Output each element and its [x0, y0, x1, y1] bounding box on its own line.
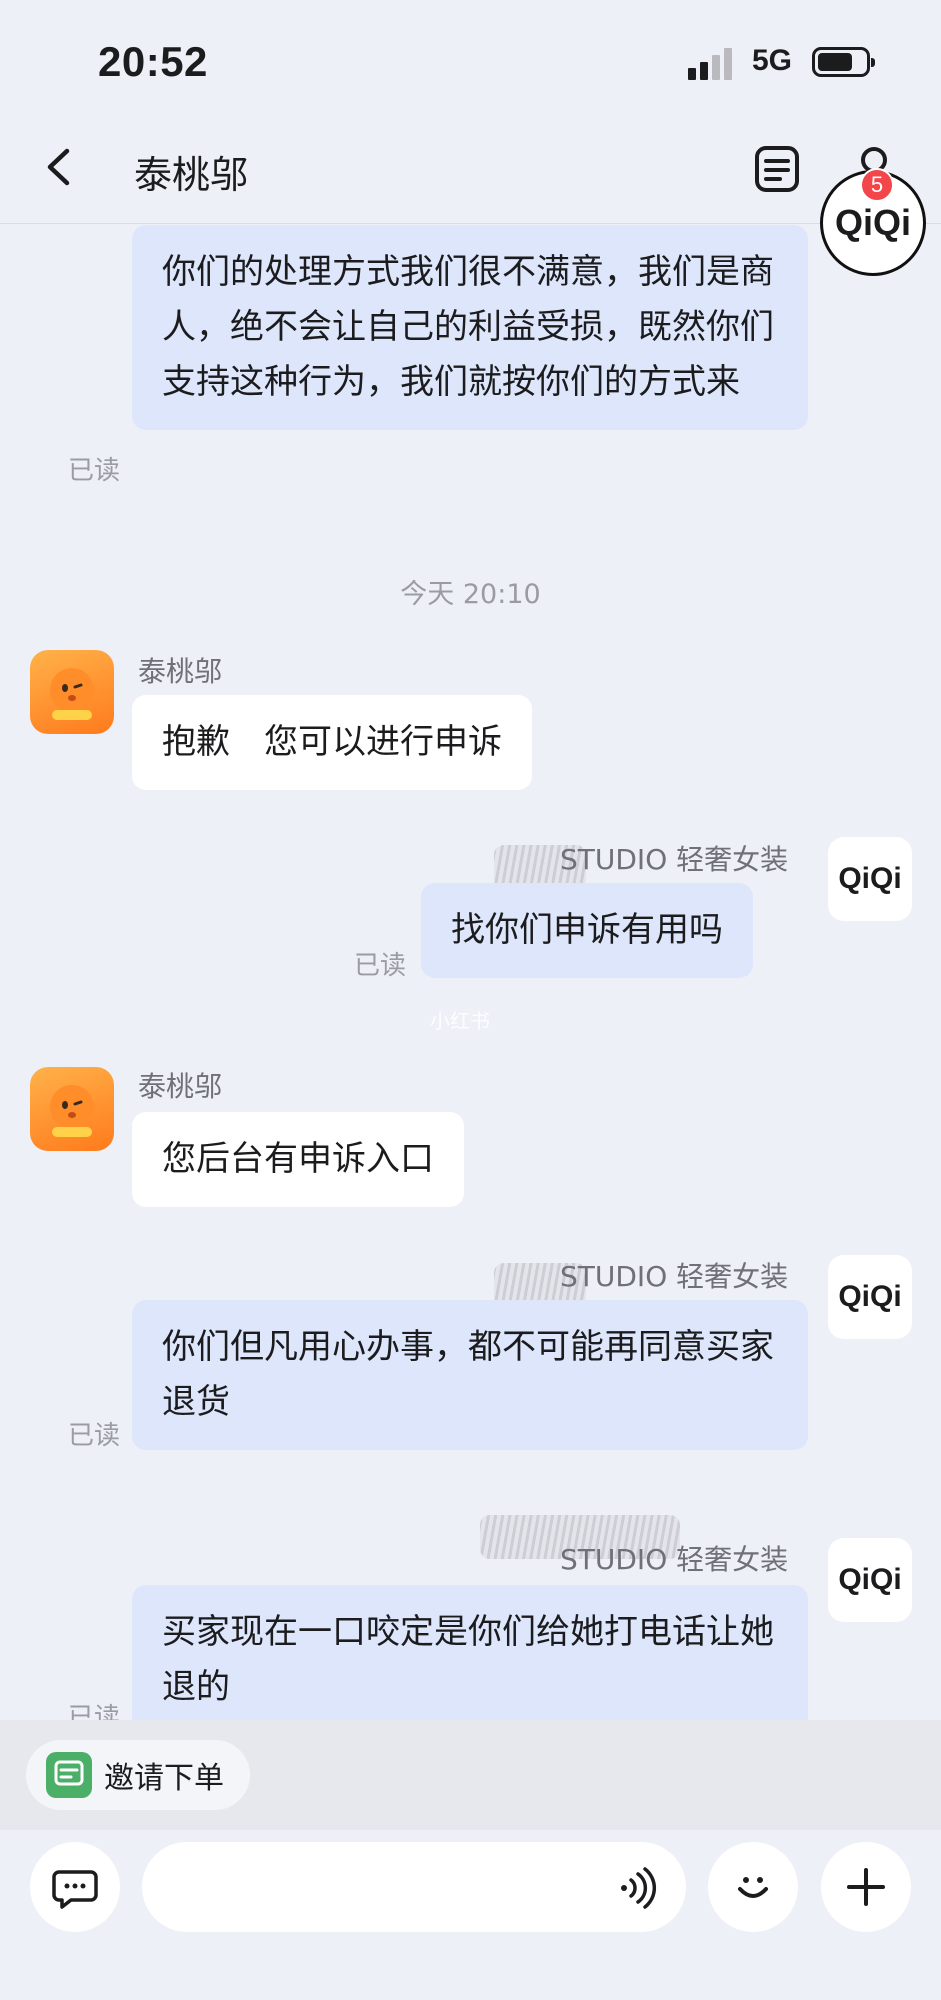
mascot-icon	[50, 668, 94, 720]
shop-name: STUDIO 轻奢女装	[560, 1543, 789, 1576]
shop-name: STUDIO 轻奢女装	[560, 843, 789, 876]
read-receipt: 已读	[68, 1703, 121, 1720]
signal-icon	[688, 48, 734, 80]
chat-bubble-icon	[52, 1870, 98, 1909]
message-bubble-sent[interactable]: 你们的处理方式我们很不满意，我们是商人，绝不会让自己的利益受损，既然你们支持这种…	[132, 225, 808, 430]
message-input[interactable]	[142, 1842, 686, 1932]
message-input-bar	[0, 1830, 941, 2000]
chevron-left-icon	[47, 148, 70, 186]
message-bubble-sent[interactable]: 买家现在一口咬定是你们给她打电话让她退的	[132, 1585, 808, 1720]
chat-message-list[interactable]: 已读 你们的处理方式我们很不满意，我们是商人，绝不会让自己的利益受损，既然你们支…	[0, 225, 941, 1720]
status-bar: 20:52 5G	[0, 0, 941, 120]
page-title: 泰桃邬	[134, 153, 249, 197]
network-type: 5G	[752, 44, 793, 77]
unread-count-badge: 5	[860, 168, 894, 202]
read-receipt: 已读	[68, 456, 121, 486]
voice-input-icon[interactable]	[612, 1865, 658, 1911]
quick-action-row: 邀请下单	[0, 1720, 941, 1830]
merchant-avatar[interactable]: QiQi	[828, 837, 912, 921]
read-receipt: 已读	[354, 951, 407, 981]
bot-avatar[interactable]	[30, 1067, 114, 1151]
sender-name: 泰桃邬	[138, 1070, 223, 1103]
message-bubble-received[interactable]: 抱歉 您可以进行申诉	[132, 695, 532, 790]
more-actions-button[interactable]	[821, 1842, 911, 1932]
timestamp-divider: 今天 20:10	[400, 579, 541, 610]
invite-order-label: 邀请下单	[104, 1761, 224, 1796]
message-bubble-received[interactable]: 您后台有申诉入口	[132, 1112, 464, 1207]
watermark: 小红书	[430, 1009, 490, 1033]
order-list-button[interactable]	[752, 144, 802, 194]
sender-name: 泰桃邬	[138, 655, 223, 688]
nav-bar: 泰桃邬	[0, 120, 941, 224]
message-bubble-sent[interactable]: 找你们申诉有用吗	[421, 883, 753, 978]
plus-icon	[847, 1868, 885, 1906]
battery-icon	[812, 47, 875, 77]
bot-avatar[interactable]	[30, 650, 114, 734]
invite-order-button[interactable]: 邀请下单	[26, 1740, 250, 1810]
status-time: 20:52	[98, 38, 208, 85]
message-bubble-sent[interactable]: 你们但凡用心办事，都不可能再同意买家退货	[132, 1300, 808, 1450]
shop-name: STUDIO 轻奢女装	[560, 1260, 789, 1293]
mascot-icon	[50, 1085, 94, 1137]
merchant-avatar[interactable]: QiQi	[828, 1255, 912, 1339]
smiley-icon	[738, 1877, 768, 1898]
read-receipt: 已读	[68, 1421, 121, 1451]
quick-reply-button[interactable]	[30, 1842, 120, 1932]
invite-order-icon	[46, 1752, 92, 1798]
back-button[interactable]	[36, 142, 86, 192]
list-icon	[755, 146, 799, 192]
emoji-button[interactable]	[708, 1842, 798, 1932]
merchant-avatar[interactable]: QiQi	[828, 1538, 912, 1622]
